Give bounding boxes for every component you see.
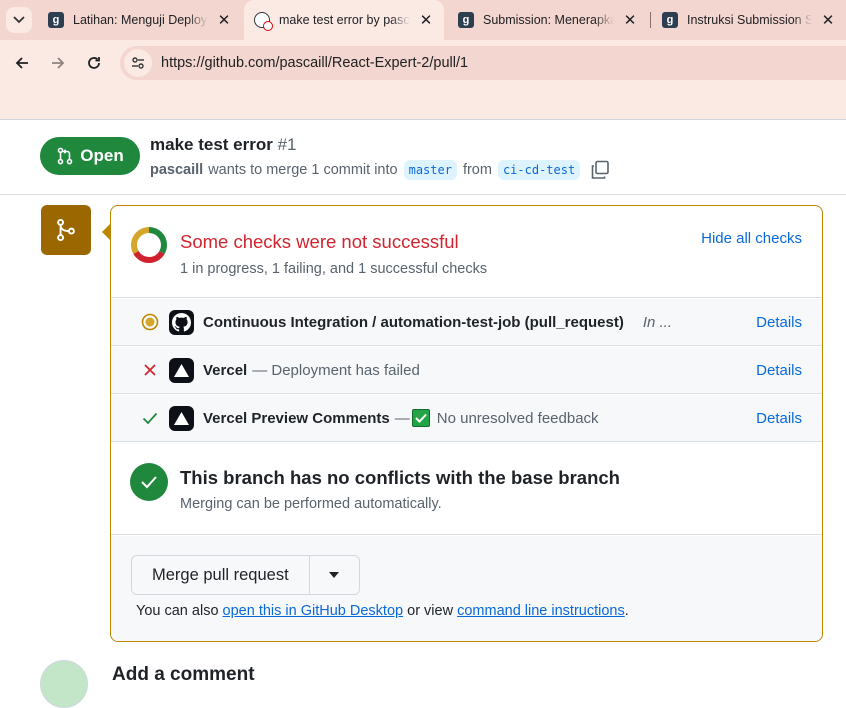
also-prefix: You can also xyxy=(136,603,219,619)
dicoding-icon: g xyxy=(48,12,64,28)
address-bar[interactable]: https://github.com/pascaill/React-Expert… xyxy=(120,46,846,80)
close-icon[interactable]: ✕ xyxy=(820,11,836,29)
tab-separator xyxy=(650,12,651,28)
reload-icon xyxy=(88,57,100,69)
merge-box-caret xyxy=(102,224,110,240)
check-description: No unresolved feedback xyxy=(436,409,599,427)
merge-button-group: Merge pull request xyxy=(131,555,360,595)
check-text: Vercel Preview Comments — No unresolved … xyxy=(203,409,599,427)
arrow-left-icon xyxy=(15,57,28,69)
chevron-down-icon xyxy=(13,16,25,24)
github-desktop-link[interactable]: open this in GitHub Desktop xyxy=(223,603,404,619)
or-view-text: or view xyxy=(407,603,454,619)
head-branch-label[interactable]: ci-cd-test xyxy=(497,160,581,180)
base-branch-label[interactable]: master xyxy=(403,160,457,180)
pr-state-label: Open xyxy=(80,146,124,165)
git-merge-status-icon xyxy=(41,205,91,255)
merge-box: Some checks were not successful 1 in pro… xyxy=(110,205,823,642)
tab-title: make test error by pascaill xyxy=(279,13,410,27)
close-icon[interactable]: ✕ xyxy=(216,11,232,29)
x-fail-icon xyxy=(139,359,161,381)
pr-title: make test error #1 xyxy=(150,135,297,155)
tab-search-button[interactable] xyxy=(6,7,32,33)
reload-button[interactable] xyxy=(81,50,107,76)
pr-meta: pascaill wants to merge 1 commit into ma… xyxy=(150,160,610,180)
check-description-prefix: — xyxy=(394,409,410,427)
browser-tab-1[interactable]: g Latihan: Menguji Deployment ✕ xyxy=(38,0,242,40)
dicoding-icon: g xyxy=(662,12,678,28)
back-button[interactable] xyxy=(9,50,35,76)
period: . xyxy=(624,603,629,619)
check-text: Continuous Integration / automation-test… xyxy=(203,314,672,331)
check-name: Vercel xyxy=(203,361,248,379)
check-details-link[interactable]: Details xyxy=(756,410,802,427)
tab-title: Submission: Menerapkan xyxy=(483,13,614,27)
merge-footer: Merge pull request You can also open thi… xyxy=(111,536,822,641)
pr-author-link[interactable]: pascaill xyxy=(150,162,203,178)
arrow-right-icon xyxy=(52,57,65,69)
avatar xyxy=(40,660,88,708)
copy-icon[interactable] xyxy=(590,160,610,180)
checks-title: Some checks were not successful xyxy=(180,231,459,252)
check-eta: In ... xyxy=(642,313,673,331)
check-name: Continuous Integration / automation-test… xyxy=(203,313,624,331)
check-text: Vercel — Deployment has failed xyxy=(203,362,420,379)
vercel-app-icon xyxy=(169,405,194,431)
check-details-link[interactable]: Details xyxy=(756,362,802,379)
browser-tab-2-active[interactable]: make test error by pascaill ✕ xyxy=(244,0,444,40)
dicoding-icon: g xyxy=(458,12,474,28)
close-icon[interactable]: ✕ xyxy=(418,11,434,29)
check-success-icon xyxy=(139,407,161,429)
tab-strip: g Latihan: Menguji Deployment ✕ make tes… xyxy=(0,0,846,40)
hide-all-checks-link[interactable]: Hide all checks xyxy=(701,230,802,247)
url-text[interactable]: https://github.com/pascaill/React-Expert… xyxy=(161,55,468,71)
checks-donut-icon xyxy=(131,227,167,263)
checks-summary: Some checks were not successful 1 in pro… xyxy=(111,206,822,298)
branch-status: This branch has no conflicts with the ba… xyxy=(111,442,822,535)
check-row: Continuous Integration / automation-test… xyxy=(111,299,822,346)
merge-alternatives: You can also open this in GitHub Desktop… xyxy=(136,603,629,619)
pr-number: #1 xyxy=(277,135,297,154)
browser-tab-3[interactable]: g Submission: Menerapkan ✕ xyxy=(448,0,648,40)
branch-status-subtitle: Merging can be performed automatically. xyxy=(180,496,442,512)
forward-button[interactable] xyxy=(45,50,71,76)
checks-summary-text: 1 in progress, 1 failing, and 1 successf… xyxy=(180,261,488,277)
green-check-box-icon xyxy=(411,409,430,427)
github-error-icon xyxy=(254,12,273,31)
check-circle-icon xyxy=(130,463,168,501)
git-pull-request-icon xyxy=(57,147,73,165)
check-row: Vercel — Deployment has failed Details xyxy=(111,347,822,394)
merge-method-dropdown[interactable] xyxy=(308,556,359,594)
command-line-link[interactable]: command line instructions xyxy=(457,603,625,619)
triangle-down-icon xyxy=(329,572,340,578)
check-description: — Deployment has failed xyxy=(252,361,420,379)
check-row: Vercel Preview Comments — No unresolved … xyxy=(111,395,822,442)
browser-toolbar: https://github.com/pascaill/React-Expert… xyxy=(0,40,846,86)
pending-dot-icon xyxy=(139,311,161,333)
vercel-app-icon xyxy=(169,357,194,383)
add-comment-heading: Add a comment xyxy=(112,664,255,685)
merge-pull-request-button[interactable]: Merge pull request xyxy=(132,556,309,594)
check-name: Vercel Preview Comments xyxy=(203,409,390,427)
bookmarks-bar xyxy=(0,86,846,120)
branch-status-title: This branch has no conflicts with the ba… xyxy=(180,467,620,488)
close-icon[interactable]: ✕ xyxy=(622,11,638,29)
git-merge-icon xyxy=(57,218,75,242)
tab-title: Instruksi Submission Sub xyxy=(687,13,812,27)
browser-tab-4[interactable]: g Instruksi Submission Sub ✕ xyxy=(652,0,846,40)
tab-title: Latihan: Menguji Deployment xyxy=(73,13,208,27)
pr-state-badge: Open xyxy=(40,137,140,175)
pr-title-text: make test error xyxy=(150,135,273,154)
pr-header: Open make test error #1 pascaill wants t… xyxy=(0,121,846,195)
site-info-icon[interactable] xyxy=(124,49,152,77)
github-app-icon xyxy=(169,309,194,335)
pr-merge-text: wants to merge 1 commit into xyxy=(208,162,398,178)
check-details-link[interactable]: Details xyxy=(756,314,802,331)
pr-from-text: from xyxy=(462,162,492,178)
